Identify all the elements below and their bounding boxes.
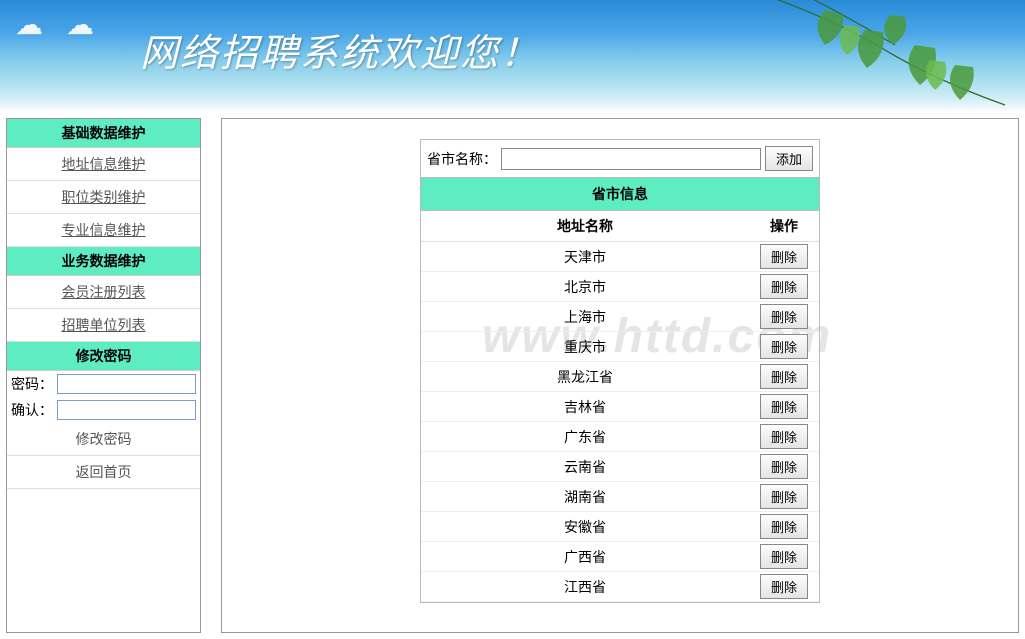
- cell-address-name: 广东省: [421, 422, 749, 452]
- province-panel: 省市名称： 添加 省市信息 地址名称 操作 天津市删除北京市删除上海市删除重庆市…: [420, 139, 820, 603]
- banner-clouds: ☁ ☁: [15, 8, 102, 42]
- table-row: 江西省删除: [421, 572, 819, 602]
- banner-title: 网络招聘系统欢迎您！: [140, 22, 540, 77]
- cell-address-name: 上海市: [421, 302, 749, 332]
- password-row: 密码：: [7, 371, 200, 397]
- cell-op: 删除: [749, 332, 819, 362]
- table-row: 重庆市删除: [421, 332, 819, 362]
- delete-button[interactable]: 删除: [760, 304, 808, 329]
- delete-button[interactable]: 删除: [760, 334, 808, 359]
- table-row: 吉林省删除: [421, 392, 819, 422]
- sidebar-link-address-maint[interactable]: 地址信息维护: [7, 148, 200, 181]
- table-row: 湖南省删除: [421, 482, 819, 512]
- delete-button[interactable]: 删除: [760, 394, 808, 419]
- delete-button[interactable]: 删除: [760, 424, 808, 449]
- panel-form-row: 省市名称： 添加: [421, 140, 819, 177]
- table-row: 云南省删除: [421, 452, 819, 482]
- cell-address-name: 吉林省: [421, 392, 749, 422]
- sidebar-header-basic: 基础数据维护: [7, 119, 200, 148]
- cell-address-name: 北京市: [421, 272, 749, 302]
- delete-button[interactable]: 删除: [760, 364, 808, 389]
- cell-address-name: 广西省: [421, 542, 749, 572]
- table-row: 广东省删除: [421, 422, 819, 452]
- sidebar-link-position-maint[interactable]: 职位类别维护: [7, 181, 200, 214]
- cell-address-name: 江西省: [421, 572, 749, 602]
- confirm-label: 确认：: [11, 400, 53, 420]
- delete-button[interactable]: 删除: [760, 484, 808, 509]
- delete-button[interactable]: 删除: [760, 244, 808, 269]
- cell-address-name: 天津市: [421, 242, 749, 272]
- cell-address-name: 重庆市: [421, 332, 749, 362]
- cell-op: 删除: [749, 392, 819, 422]
- table-row: 安徽省删除: [421, 512, 819, 542]
- table-row: 北京市删除: [421, 272, 819, 302]
- province-name-input[interactable]: [501, 148, 761, 170]
- confirm-input[interactable]: [57, 400, 196, 420]
- sidebar-link-major-maint[interactable]: 专业信息维护: [7, 214, 200, 247]
- cell-op: 删除: [749, 542, 819, 572]
- cell-op: 删除: [749, 272, 819, 302]
- sidebar: 基础数据维护 地址信息维护 职位类别维护 专业信息维护 业务数据维护 会员注册列…: [6, 118, 201, 633]
- cell-op: 删除: [749, 242, 819, 272]
- province-table: 地址名称 操作 天津市删除北京市删除上海市删除重庆市删除黑龙江省删除吉林省删除广…: [421, 211, 819, 602]
- cell-address-name: 黑龙江省: [421, 362, 749, 392]
- cell-op: 删除: [749, 512, 819, 542]
- delete-button[interactable]: 删除: [760, 454, 808, 479]
- cell-address-name: 湖南省: [421, 482, 749, 512]
- province-name-label: 省市名称：: [427, 149, 497, 169]
- cell-address-name: 安徽省: [421, 512, 749, 542]
- delete-button[interactable]: 删除: [760, 574, 808, 599]
- table-row: 上海市删除: [421, 302, 819, 332]
- banner: ☁ ☁ 网络招聘系统欢迎您！: [0, 0, 1025, 112]
- panel-title: 省市信息: [421, 177, 819, 211]
- main-panel: www.httd.com 省市名称： 添加 省市信息 地址名称 操作 天津市删除…: [221, 118, 1019, 633]
- delete-button[interactable]: 删除: [760, 544, 808, 569]
- table-row: 广西省删除: [421, 542, 819, 572]
- add-button[interactable]: 添加: [765, 146, 813, 171]
- sidebar-header-changepw: 修改密码: [7, 342, 200, 371]
- cell-op: 删除: [749, 572, 819, 602]
- table-row: 天津市删除: [421, 242, 819, 272]
- change-password-button[interactable]: 修改密码: [7, 423, 200, 456]
- col-header-op: 操作: [749, 211, 819, 242]
- confirm-row: 确认：: [7, 397, 200, 423]
- cell-address-name: 云南省: [421, 452, 749, 482]
- content: 基础数据维护 地址信息维护 职位类别维护 专业信息维护 业务数据维护 会员注册列…: [0, 112, 1025, 633]
- password-input[interactable]: [57, 374, 196, 394]
- banner-leaves: [755, 0, 1015, 112]
- back-home-button[interactable]: 返回首页: [7, 456, 200, 489]
- cell-op: 删除: [749, 422, 819, 452]
- col-header-name: 地址名称: [421, 211, 749, 242]
- sidebar-header-business: 业务数据维护: [7, 247, 200, 276]
- sidebar-link-member-list[interactable]: 会员注册列表: [7, 276, 200, 309]
- delete-button[interactable]: 删除: [760, 274, 808, 299]
- sidebar-link-employer-list[interactable]: 招聘单位列表: [7, 309, 200, 342]
- cell-op: 删除: [749, 452, 819, 482]
- password-label: 密码：: [11, 374, 53, 394]
- cell-op: 删除: [749, 482, 819, 512]
- cell-op: 删除: [749, 362, 819, 392]
- cell-op: 删除: [749, 302, 819, 332]
- delete-button[interactable]: 删除: [760, 514, 808, 539]
- table-row: 黑龙江省删除: [421, 362, 819, 392]
